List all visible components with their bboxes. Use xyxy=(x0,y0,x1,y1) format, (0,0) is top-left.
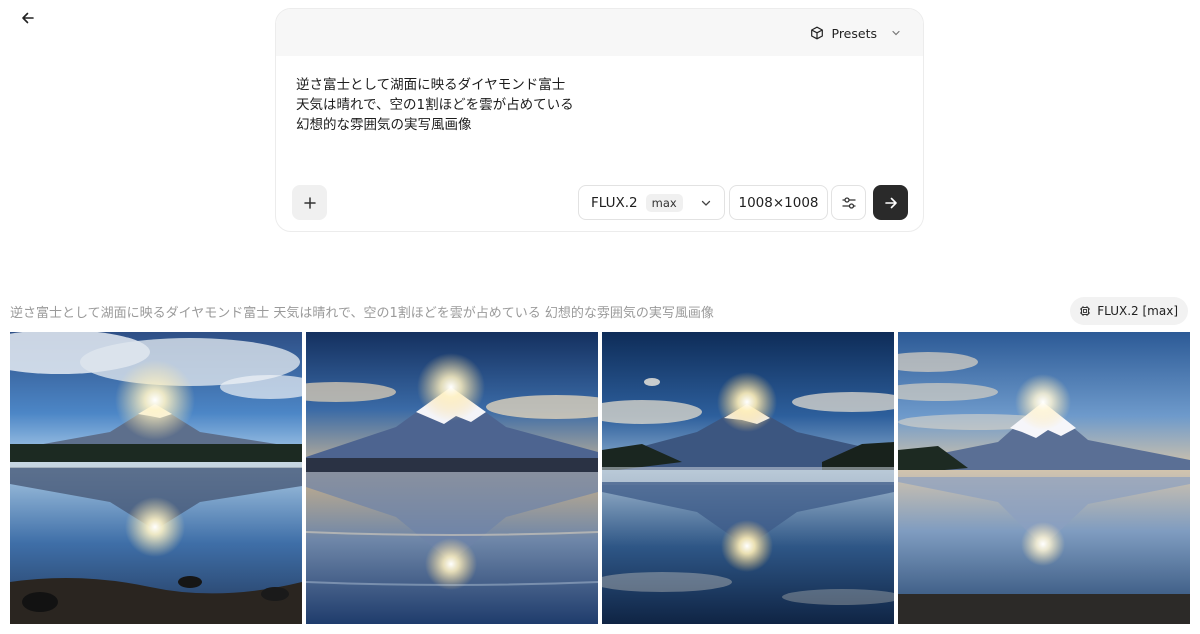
arrow-left-icon xyxy=(22,12,34,24)
model-badge: FLUX.2 [max] xyxy=(1070,297,1188,325)
model-select[interactable]: FLUX.2 max xyxy=(578,185,725,220)
prompt-textarea[interactable]: 逆さ富士として湖面に映るダイヤモンド富士 天気は晴れで、空の1割ほどを雲が占めて… xyxy=(296,75,896,135)
plus-icon xyxy=(303,196,316,209)
presets-label: Presets xyxy=(831,25,878,41)
model-name: FLUX.2 xyxy=(591,194,638,211)
prompt-composer: Presets 逆さ富士として湖面に映るダイヤモンド富士 天気は晴れで、空の1割… xyxy=(275,8,924,232)
sliders-icon xyxy=(841,196,856,209)
chevron-down-icon xyxy=(701,200,711,206)
prompt-line: 逆さ富士として湖面に映るダイヤモンド富士 xyxy=(296,77,566,93)
add-attachment-button[interactable] xyxy=(292,185,327,220)
generated-image[interactable] xyxy=(306,332,598,624)
prompt-line: 幻想的な雰囲気の実写風画像 xyxy=(296,117,472,133)
generated-image[interactable] xyxy=(898,332,1190,624)
model-variant-tag: max xyxy=(645,193,683,212)
image-size-button[interactable]: 1008×1008 xyxy=(729,185,828,220)
generated-image[interactable] xyxy=(10,332,302,624)
submit-button[interactable] xyxy=(873,185,908,220)
cube-icon xyxy=(810,26,823,40)
arrow-right-icon xyxy=(884,197,897,208)
composer-header: Presets xyxy=(276,9,923,56)
generated-image[interactable] xyxy=(602,332,894,624)
prompt-line: 天気は晴れで、空の1割ほどを雲が占めている xyxy=(296,97,574,113)
page: Presets 逆さ富士として湖面に映るダイヤモンド富士 天気は晴れで、空の1割… xyxy=(0,0,1200,634)
chevron-down-icon xyxy=(892,30,900,36)
back-button[interactable] xyxy=(14,6,42,30)
image-grid xyxy=(10,332,1190,624)
presets-dropdown[interactable]: Presets xyxy=(810,21,902,45)
model-badge-label: FLUX.2 [max] xyxy=(1097,304,1178,318)
chip-icon xyxy=(1080,306,1091,316)
settings-button[interactable] xyxy=(831,185,866,220)
result-prompt-text: 逆さ富士として湖面に映るダイヤモンド富士 天気は晴れで、空の1割ほどを雲が占めて… xyxy=(10,306,714,321)
image-size-label: 1008×1008 xyxy=(738,194,819,211)
